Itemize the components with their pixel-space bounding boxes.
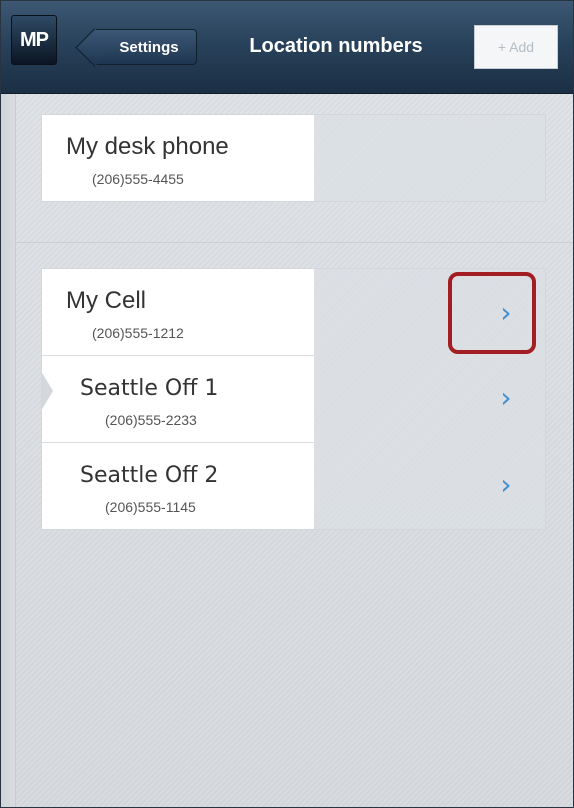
location-phone: (206)555-4455 xyxy=(92,171,184,187)
list-item[interactable]: Seattle Off 1 (206)555-2233 › xyxy=(42,356,545,443)
list-item-card: Seattle Off 1 (206)555-2233 xyxy=(42,356,314,443)
add-button[interactable]: + Add xyxy=(474,25,558,69)
header-bar: MP Settings Location numbers + Add xyxy=(1,1,573,94)
settings-back-label: Settings xyxy=(119,38,179,56)
location-name: My Cell xyxy=(66,287,147,314)
location-phone: (206)555-1145 xyxy=(105,499,196,515)
section-divider xyxy=(15,242,573,243)
chevron-right-icon[interactable]: › xyxy=(499,381,513,414)
location-name: My desk phone xyxy=(66,133,229,160)
location-phone: (206)555-2233 xyxy=(105,412,197,428)
location-phone: (206)555-1212 xyxy=(92,325,184,341)
primary-number-group: My desk phone (206)555-4455 xyxy=(41,114,546,202)
location-name: Seattle Off 1 xyxy=(80,376,219,401)
app-frame: MP Settings Location numbers + Add My de… xyxy=(0,0,574,808)
mp-logo-icon[interactable]: MP xyxy=(11,15,57,65)
row-selection-pointer xyxy=(41,371,53,411)
left-edge-panel xyxy=(1,93,16,807)
list-item[interactable]: Seattle Off 2 (206)555-1145 › xyxy=(42,443,545,529)
list-item[interactable]: My desk phone (206)555-4455 xyxy=(42,115,545,201)
callout-highlight xyxy=(448,272,536,354)
list-item-card: My desk phone (206)555-4455 xyxy=(42,115,314,201)
list-item-card: Seattle Off 2 (206)555-1145 xyxy=(42,443,314,529)
list-item-card: My Cell (206)555-1212 xyxy=(42,269,314,356)
settings-back-button[interactable]: Settings xyxy=(93,29,197,65)
chevron-right-icon[interactable]: › xyxy=(499,468,513,501)
location-name: Seattle Off 2 xyxy=(80,463,219,488)
page-title: Location numbers xyxy=(249,35,423,57)
